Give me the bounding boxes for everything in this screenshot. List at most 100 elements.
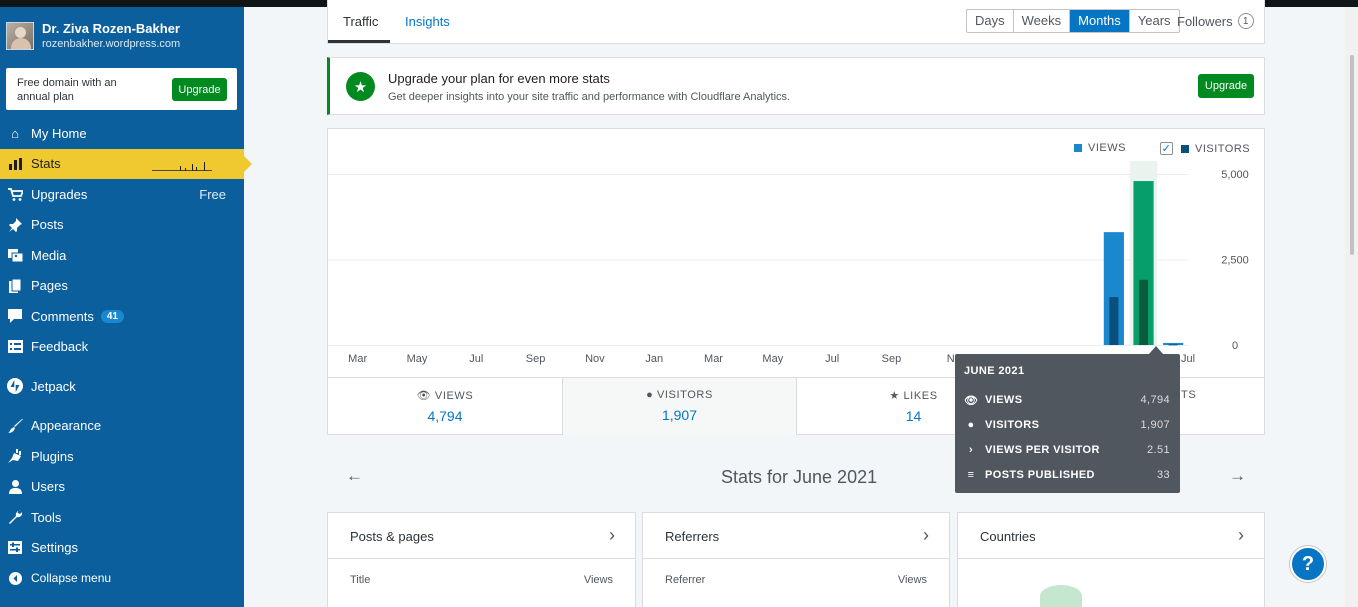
summary-label: VIEWS <box>434 390 474 402</box>
sidebar-item-tools[interactable]: Tools <box>0 502 244 533</box>
visitors-checkbox[interactable]: ✓ <box>1160 142 1173 155</box>
chevron-right-icon: › <box>968 444 974 456</box>
eye-icon: 👁 <box>964 394 979 407</box>
module-title: Referrers <box>665 529 720 544</box>
help-button[interactable]: ? <box>1290 546 1326 582</box>
upgrade-banner: ★ Upgrade your plan for even more stats … <box>327 57 1265 115</box>
tab-insights[interactable]: Insights <box>405 14 450 29</box>
module-header[interactable]: Countries › <box>958 513 1264 559</box>
period-selector: Days Weeks Months Years <box>966 9 1180 33</box>
module-countries: Countries › <box>957 512 1265 607</box>
feedback-icon <box>7 340 23 354</box>
sidebar-item-plugins[interactable]: Plugins <box>0 441 244 472</box>
period-days-button[interactable]: Days <box>967 10 1014 32</box>
sidebar-item-label: Stats <box>31 156 61 172</box>
sidebar-item-posts[interactable]: Posts <box>0 210 244 241</box>
period-months-button[interactable]: Months <box>1070 10 1130 32</box>
upgrades-free-label: Free <box>199 186 226 202</box>
sidebar-item-upgrades[interactable]: Upgrades Free <box>0 179 244 210</box>
upgrade-banner-button[interactable]: Upgrade <box>1198 74 1254 98</box>
promo-upgrade-button[interactable]: Upgrade <box>172 78 227 101</box>
summary-label: LIKES <box>903 390 938 402</box>
page-scrollbar[interactable] <box>1345 7 1358 607</box>
sidebar-item-settings[interactable]: Settings <box>0 533 244 564</box>
collapse-menu-button[interactable]: Collapse menu <box>0 563 244 594</box>
sidebar-item-label: Settings <box>31 540 78 556</box>
pin-icon <box>7 217 23 232</box>
y-tick-label: 2,500 <box>1221 255 1249 267</box>
plug-icon <box>7 449 23 463</box>
next-period-arrow-icon[interactable]: → <box>1229 466 1246 486</box>
period-title: Stats for June 2021 <box>721 467 878 487</box>
sidebar-item-my-home[interactable]: ⌂ My Home <box>0 118 244 149</box>
summary-tab-views[interactable]: 👁 VIEWS 4,794 <box>328 378 563 435</box>
chevron-right-icon: › <box>609 525 615 545</box>
x-tick-label: Mar <box>704 353 723 365</box>
sidebar-nav: ⌂ My Home Stats Upgrades Free Posts Medi… <box>0 118 252 594</box>
brush-icon <box>7 418 23 433</box>
sidebar-item-label: Media <box>31 247 67 263</box>
tab-traffic[interactable]: Traffic <box>343 14 378 29</box>
sidebar-item-label: Collapse menu <box>31 571 112 586</box>
tooltip-row-label: VIEWS PER VISITOR <box>985 444 1100 456</box>
star-icon: ★ <box>889 390 900 402</box>
legend-visitors[interactable]: ✓ VISITORS <box>1160 142 1250 155</box>
chevron-right-icon: › <box>1238 525 1244 545</box>
sidebar-item-label: Posts <box>31 217 64 233</box>
sidebar-item-feedback[interactable]: Feedback <box>0 332 244 363</box>
site-avatar <box>6 22 34 50</box>
summary-tab-visitors[interactable]: ● VISITORS 1,907 <box>563 378 797 435</box>
person-icon: ● <box>967 419 975 431</box>
summary-label: TS <box>1181 389 1197 401</box>
sidebar-item-jetpack[interactable]: Jetpack <box>0 371 244 402</box>
period-navigation: ← Stats for June 2021 → <box>327 458 1265 496</box>
tooltip-row-value: 2.51 <box>1146 444 1170 456</box>
module-header[interactable]: Posts & pages › <box>328 513 635 559</box>
nav-separator <box>0 362 244 371</box>
free-domain-promo: Free domain with an annual plan Upgrade <box>6 68 237 110</box>
module-referrers: Referrers › Referrer Views <box>642 512 950 607</box>
sidebar-item-stats[interactable]: Stats <box>0 148 252 179</box>
tooltip-row-views-per-visitor: › VIEWS PER VISITOR 2.51 <box>964 442 1170 458</box>
period-years-button[interactable]: Years <box>1130 10 1179 32</box>
summary-visitors-value: 1,907 <box>661 407 698 423</box>
site-name: Dr. Ziva Rozen-Bakher <box>42 21 180 36</box>
scrollbar-thumb[interactable] <box>1350 55 1354 255</box>
user-icon <box>7 479 23 494</box>
sidebar-item-pages[interactable]: Pages <box>0 271 244 302</box>
tooltip-arrow <box>1149 346 1163 354</box>
tooltip-row-views: 👁 VIEWS 4,794 <box>964 392 1170 408</box>
sidebar-item-label: Upgrades <box>31 186 88 202</box>
tooltip-title: JUNE 2021 <box>964 365 1025 377</box>
promo-text: Free domain with an annual plan <box>17 77 117 103</box>
summary-views-label: 👁 VIEWS <box>328 389 562 402</box>
sidebar-item-comments[interactable]: Comments 41 <box>0 301 244 332</box>
upgrade-banner-title: Upgrade your plan for even more stats <box>388 71 610 86</box>
settings-icon <box>7 541 23 555</box>
sidebar-item-label: Feedback <box>31 339 89 355</box>
chevron-right-icon: › <box>923 525 929 545</box>
cart-icon <box>7 187 23 201</box>
nav-separator <box>0 402 244 411</box>
site-switcher[interactable]: Dr. Ziva Rozen-Bakher rozenbakher.wordpr… <box>6 18 180 54</box>
wrench-icon <box>7 510 23 524</box>
sidebar-item-users[interactable]: Users <box>0 472 244 503</box>
star-icon: ★ <box>346 72 375 101</box>
sidebar-item-media[interactable]: Media <box>0 240 244 271</box>
stats-bar-chart[interactable]: 5,000 2,500 0 Mar May Jul Sep Nov Jan Mar May Jul Se… <box>328 159 1264 369</box>
sidebar-item-label: Plugins <box>31 448 74 464</box>
sidebar-item-label: Pages <box>31 278 68 294</box>
module-title: Countries <box>980 529 1036 544</box>
media-icon <box>7 248 23 262</box>
visitors-bar <box>1138 279 1149 345</box>
sidebar-item-appearance[interactable]: Appearance <box>0 411 244 442</box>
previous-period-arrow-icon[interactable]: ← <box>346 466 363 486</box>
y-tick-label: 0 <box>1232 340 1238 352</box>
x-tick-label: Sep <box>526 353 546 365</box>
period-weeks-button[interactable]: Weeks <box>1014 10 1071 32</box>
x-tick-label: Mar <box>348 353 367 365</box>
tooltip-row-visitors: ● VISITORS 1,907 <box>964 417 1170 433</box>
module-header[interactable]: Referrers › <box>643 513 949 559</box>
followers-button[interactable]: Followers 1 <box>1177 13 1254 29</box>
legend-visitors-swatch <box>1181 144 1189 153</box>
